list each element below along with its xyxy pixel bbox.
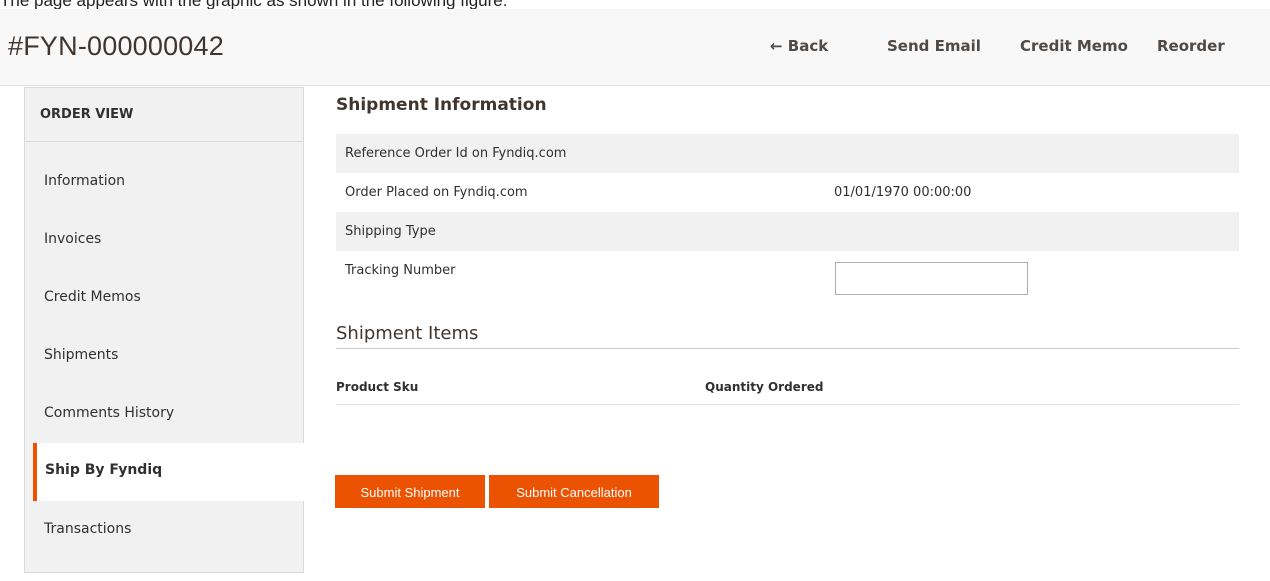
info-label: Tracking Number (345, 263, 456, 278)
table-header-divider (336, 404, 1239, 405)
sidebar-title: ORDER VIEW (25, 88, 303, 142)
send-email-button[interactable]: Send Email (887, 37, 981, 55)
sidebar-item-invoices[interactable]: Invoices (25, 212, 303, 270)
sidebar-item-label: Shipments (44, 347, 119, 363)
page-header: #FYN-000000042 ← Back Send Email Credit … (0, 9, 1270, 86)
back-button[interactable]: ← Back (770, 37, 828, 55)
sidebar-item-label: Comments History (44, 405, 175, 421)
reorder-button[interactable]: Reorder (1157, 37, 1225, 55)
order-view-sidebar: ORDER VIEW Information Invoices Credit M… (24, 87, 304, 573)
sidebar-item-comments-history[interactable]: Comments History (25, 386, 303, 444)
sidebar-item-credit-memos[interactable]: Credit Memos (25, 270, 303, 328)
column-header-quantity-ordered: Quantity Ordered (705, 380, 824, 394)
submit-cancellation-button[interactable]: Submit Cancellation (489, 475, 659, 508)
shipment-items-title: Shipment Items (336, 323, 479, 344)
info-label: Reference Order Id on Fyndiq.com (345, 146, 567, 161)
sidebar-item-label: Credit Memos (44, 289, 141, 305)
sidebar-item-label: Invoices (44, 231, 102, 247)
column-header-product-sku: Product Sku (336, 380, 419, 394)
info-row-order-placed: Order Placed on Fyndiq.com 01/01/1970 00… (336, 173, 1239, 212)
info-label: Shipping Type (345, 224, 436, 239)
section-divider (336, 348, 1239, 349)
info-row-tracking-number: Tracking Number (336, 251, 1239, 290)
info-value: 01/01/1970 00:00:00 (834, 185, 972, 200)
sidebar-item-label: Ship By Fyndiq (45, 462, 163, 478)
credit-memo-button[interactable]: Credit Memo (1020, 37, 1128, 55)
submit-shipment-button[interactable]: Submit Shipment (335, 475, 485, 508)
sidebar-item-ship-by-fyndiq[interactable]: Ship By Fyndiq (33, 443, 304, 501)
info-row-shipping-type: Shipping Type (336, 212, 1239, 251)
sidebar-item-label: Transactions (44, 521, 132, 537)
info-row-reference-order-id: Reference Order Id on Fyndiq.com (336, 134, 1239, 173)
shipment-information-title: Shipment Information (336, 95, 547, 115)
sidebar-item-label: Information (44, 173, 126, 189)
sidebar-item-transactions[interactable]: Transactions (25, 502, 303, 560)
sidebar-item-shipments[interactable]: Shipments (25, 328, 303, 386)
sidebar-item-information[interactable]: Information (25, 154, 303, 212)
info-label: Order Placed on Fyndiq.com (345, 185, 528, 200)
page-title: #FYN-000000042 (8, 31, 224, 61)
tracking-number-input[interactable] (835, 262, 1028, 295)
